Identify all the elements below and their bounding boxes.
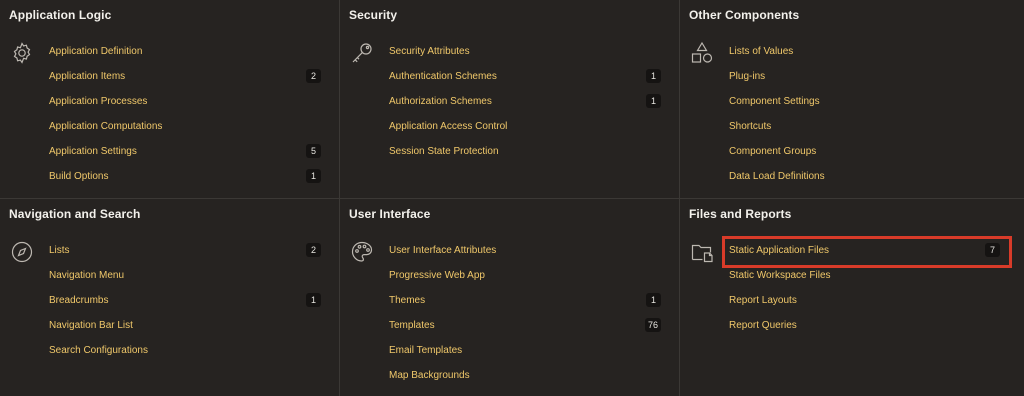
link-authentication-schemes[interactable]: Authentication Schemes [389, 71, 497, 82]
list-item: Navigation Bar List [49, 319, 321, 344]
link-report-layouts[interactable]: Report Layouts [729, 295, 797, 306]
link-progressive-web-app[interactable]: Progressive Web App [389, 270, 485, 281]
link-navigation-bar-list[interactable]: Navigation Bar List [49, 320, 133, 331]
link-build-options[interactable]: Build Options [49, 171, 108, 182]
link-list: Static Application Files 7 Static Workspa… [729, 243, 1006, 344]
link-static-workspace-files[interactable]: Static Workspace Files [729, 270, 831, 281]
compass-icon [10, 240, 34, 264]
count-badge: 7 [985, 243, 1000, 257]
link-plug-ins[interactable]: Plug-ins [729, 71, 765, 82]
list-item: Application Processes [49, 95, 321, 120]
list-item: Application Settings 5 [49, 144, 321, 170]
folder-file-icon [690, 240, 714, 264]
list-item: User Interface Attributes [389, 244, 661, 269]
link-breadcrumbs[interactable]: Breadcrumbs [49, 295, 108, 306]
list-item: Progressive Web App [389, 269, 661, 294]
link-component-groups[interactable]: Component Groups [729, 146, 816, 157]
link-static-application-files[interactable]: Static Application Files [729, 245, 829, 256]
list-item: Plug-ins [729, 70, 1006, 95]
link-application-computations[interactable]: Application Computations [49, 121, 162, 132]
link-list: Lists of Values Plug-ins Component Setti… [729, 45, 1006, 195]
count-badge: 2 [306, 69, 321, 83]
link-map-backgrounds[interactable]: Map Backgrounds [389, 370, 470, 381]
list-item: Templates 76 [389, 318, 661, 344]
list-item: Authentication Schemes 1 [389, 69, 661, 95]
panel-title: User Interface [349, 207, 431, 221]
link-application-access-control[interactable]: Application Access Control [389, 121, 507, 132]
palette-icon [350, 240, 374, 264]
link-navigation-menu[interactable]: Navigation Menu [49, 270, 124, 281]
list-item: Application Definition [49, 45, 321, 70]
list-item: Report Layouts [729, 294, 1006, 319]
list-item: Email Templates [389, 344, 661, 369]
count-badge: 76 [644, 318, 661, 332]
gear-icon [10, 41, 34, 65]
key-icon [350, 41, 374, 65]
link-themes[interactable]: Themes [389, 295, 425, 306]
panel-title: Other Components [689, 8, 800, 22]
link-application-settings[interactable]: Application Settings [49, 146, 137, 157]
list-item: Navigation Menu [49, 269, 321, 294]
panel-title: Files and Reports [689, 207, 792, 221]
count-badge: 1 [646, 69, 661, 83]
list-item: Application Items 2 [49, 69, 321, 95]
link-authorization-schemes[interactable]: Authorization Schemes [389, 96, 492, 107]
link-shortcuts[interactable]: Shortcuts [729, 121, 771, 132]
list-item: Component Settings [729, 95, 1006, 120]
list-item: Breadcrumbs 1 [49, 293, 321, 319]
panel-navigation-and-search: Navigation and Search Lists 2 Navigation … [0, 199, 340, 396]
panel-files-and-reports: Files and Reports Static Application Fil… [680, 199, 1024, 396]
link-security-attributes[interactable]: Security Attributes [389, 46, 470, 57]
link-search-configurations[interactable]: Search Configurations [49, 345, 148, 356]
link-lists-of-values[interactable]: Lists of Values [729, 46, 793, 57]
list-item: Static Workspace Files [729, 269, 1006, 294]
list-item: Session State Protection [389, 145, 661, 170]
link-application-processes[interactable]: Application Processes [49, 96, 147, 107]
list-item: Application Computations [49, 120, 321, 145]
list-item: Report Queries [729, 319, 1006, 344]
list-item: Static Application Files 7 [729, 243, 1006, 269]
link-list: Security Attributes Authentication Schem… [389, 45, 661, 170]
count-badge: 1 [306, 293, 321, 307]
link-session-state-protection[interactable]: Session State Protection [389, 146, 499, 157]
count-badge: 5 [306, 144, 321, 158]
link-templates[interactable]: Templates [389, 320, 435, 331]
link-list: Application Definition Application Items… [49, 45, 321, 195]
link-list: User Interface Attributes Progressive We… [389, 244, 661, 394]
link-application-definition[interactable]: Application Definition [49, 46, 142, 57]
list-item: Shortcuts [729, 120, 1006, 145]
list-item: Application Access Control [389, 120, 661, 145]
link-user-interface-attributes[interactable]: User Interface Attributes [389, 245, 496, 256]
count-badge: 2 [306, 243, 321, 257]
link-report-queries[interactable]: Report Queries [729, 320, 797, 331]
count-badge: 1 [646, 293, 661, 307]
list-item: Authorization Schemes 1 [389, 94, 661, 120]
list-item: Themes 1 [389, 293, 661, 319]
link-email-templates[interactable]: Email Templates [389, 345, 462, 356]
link-application-items[interactable]: Application Items [49, 71, 125, 82]
list-item: Lists of Values [729, 45, 1006, 70]
link-component-settings[interactable]: Component Settings [729, 96, 820, 107]
link-lists[interactable]: Lists [49, 245, 70, 256]
panel-user-interface: User Interface User Interface Attributes… [340, 199, 680, 396]
link-data-load-definitions[interactable]: Data Load Definitions [729, 171, 825, 182]
panel-application-logic: Application Logic Application Definition… [0, 0, 340, 199]
list-item: Lists 2 [49, 243, 321, 269]
link-list: Lists 2 Navigation Menu Breadcrumbs 1 Navi… [49, 243, 321, 369]
list-item: Map Backgrounds [389, 369, 661, 394]
panel-title: Application Logic [9, 8, 112, 22]
panel-other-components: Other Components Lists of Values Plug-in… [680, 0, 1024, 199]
panel-title: Navigation and Search [9, 207, 141, 221]
list-item: Security Attributes [389, 45, 661, 70]
list-item: Search Configurations [49, 344, 321, 369]
count-badge: 1 [646, 94, 661, 108]
shared-components-grid: Application Logic Application Definition… [0, 0, 1024, 396]
panel-title: Security [349, 8, 398, 22]
list-item: Component Groups [729, 145, 1006, 170]
list-item: Data Load Definitions [729, 170, 1006, 195]
shapes-icon [690, 41, 714, 65]
count-badge: 1 [306, 169, 321, 183]
panel-security: Security Security Attributes Authenticat… [340, 0, 680, 199]
list-item: Build Options 1 [49, 169, 321, 195]
